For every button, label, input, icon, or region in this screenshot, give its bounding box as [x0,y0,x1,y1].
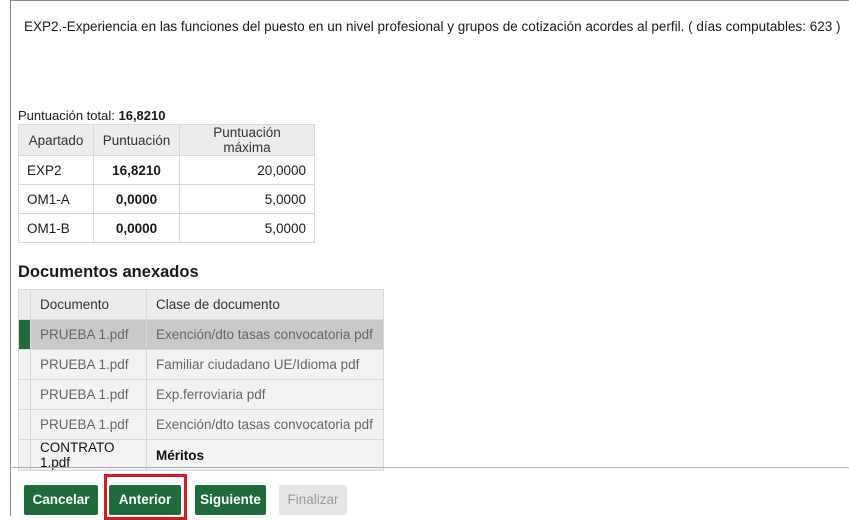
document-class[interactable]: Exp.ferroviaria pdf [146,379,384,410]
document-class[interactable]: Exención/dto tasas convocatoria pdf [146,319,384,350]
table-row: OM1-B 0,0000 5,0000 [18,213,315,243]
col-apartado: Apartado [18,124,94,156]
total-score-label: Puntuación total: [18,108,115,123]
document-name[interactable]: PRUEBA 1.pdf [30,409,147,440]
document-name[interactable]: CONTRATO 1.pdf [30,439,147,471]
col-puntuacion-maxima: Puntuación máxima [179,124,315,156]
documents-title: Documentos anexados [18,263,199,281]
table-row: OM1-A 0,0000 5,0000 [18,184,315,214]
col-puntuacion: Puntuación [93,124,180,156]
document-name[interactable]: PRUEBA 1.pdf [30,319,147,350]
total-score-value: 16,8210 [118,108,166,123]
apartado-cell: EXP2 [18,155,94,185]
apartado-cell: OM1-B [18,213,94,243]
frame-top-border [10,0,849,1]
selector-column-header [18,289,31,320]
document-name[interactable]: PRUEBA 1.pdf [30,379,147,410]
frame-left-border [10,0,11,516]
section-description: EXP2.-Experiencia en las funciones del p… [24,19,841,34]
document-class[interactable]: Familiar ciudadano UE/Idioma pdf [146,349,384,380]
list-item[interactable]: PRUEBA 1.pdf Exp.ferroviaria pdf [18,379,384,410]
row-selector[interactable] [18,319,31,350]
table-row: EXP2 16,8210 20,0000 [18,155,315,185]
col-clase-documento: Clase de documento [146,289,384,320]
list-item[interactable]: PRUEBA 1.pdf Exención/dto tasas convocat… [18,409,384,440]
apartado-cell: OM1-A [18,184,94,214]
cancel-button[interactable]: Cancelar [24,485,98,515]
puntuacion-cell: 16,8210 [93,155,180,185]
total-score: Puntuación total: 16,8210 [18,108,165,123]
document-class[interactable]: Exención/dto tasas convocatoria pdf [146,409,384,440]
documents-table: Documento Clase de documento PRUEBA 1.pd… [18,289,384,471]
document-class[interactable]: Méritos [146,439,384,471]
maxima-cell: 5,0000 [179,184,315,214]
footer-divider [10,467,849,468]
puntuacion-cell: 0,0000 [93,184,180,214]
highlight-annotation [104,474,187,520]
list-item[interactable]: CONTRATO 1.pdf Méritos [18,439,384,471]
next-button[interactable]: Siguiente [195,485,266,515]
scores-header-row: Apartado Puntuación Puntuación máxima [18,124,315,156]
row-selector[interactable] [18,439,31,471]
maxima-cell: 20,0000 [179,155,315,185]
documents-header-row: Documento Clase de documento [18,289,384,320]
row-selector[interactable] [18,409,31,440]
list-item[interactable]: PRUEBA 1.pdf Familiar ciudadano UE/Idiom… [18,349,384,380]
col-documento: Documento [30,289,147,320]
row-selector[interactable] [18,349,31,380]
document-name[interactable]: PRUEBA 1.pdf [30,349,147,380]
finish-button: Finalizar [279,485,347,515]
list-item[interactable]: PRUEBA 1.pdf Exención/dto tasas convocat… [18,319,384,350]
maxima-cell: 5,0000 [179,213,315,243]
row-selector[interactable] [18,379,31,410]
scores-table: Apartado Puntuación Puntuación máxima EX… [18,124,315,243]
puntuacion-cell: 0,0000 [93,213,180,243]
